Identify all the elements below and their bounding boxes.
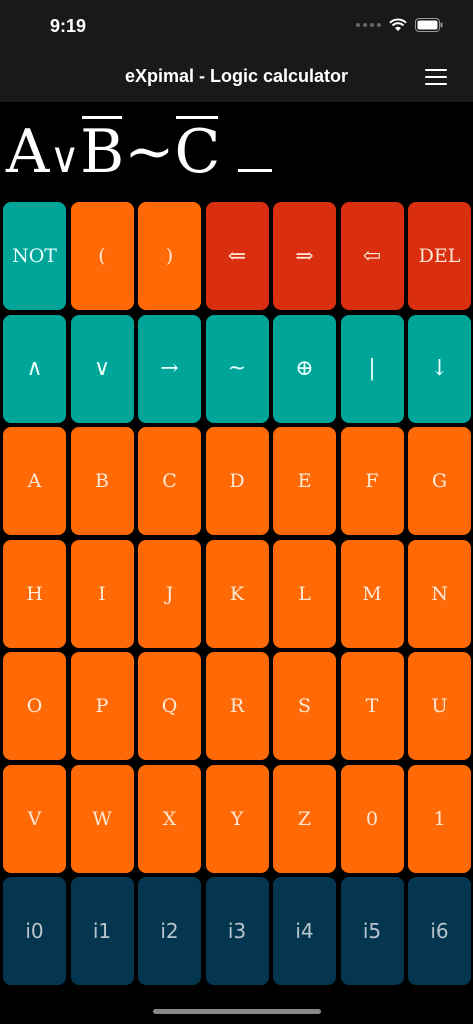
key-button[interactable]: ∧ xyxy=(3,314,66,423)
hamburger-menu-icon[interactable] xyxy=(425,69,447,87)
key-button[interactable]: F xyxy=(340,427,404,535)
key-button[interactable]: A xyxy=(3,427,66,535)
key-button[interactable]: C xyxy=(138,427,201,535)
key-button[interactable]: ~ xyxy=(205,314,269,423)
key-button[interactable]: i3 xyxy=(205,877,269,985)
expression-display: A∨B~C xyxy=(6,112,466,192)
key-button[interactable]: ⇦ xyxy=(340,202,404,310)
key-button[interactable]: ⇐ xyxy=(205,202,269,310)
key-button[interactable]: ↓ xyxy=(408,314,471,423)
key-button[interactable]: M xyxy=(340,539,404,648)
key-button[interactable]: T xyxy=(340,652,404,760)
key-button[interactable]: O xyxy=(3,652,66,760)
key-button[interactable]: ( xyxy=(70,202,134,310)
home-indicator xyxy=(153,1009,321,1014)
key-button[interactable]: Y xyxy=(205,764,269,873)
key-button[interactable]: X xyxy=(138,764,201,873)
key-button[interactable]: ∨ xyxy=(70,314,134,423)
key-button[interactable]: E xyxy=(273,427,336,535)
expression-token: A xyxy=(6,117,50,187)
key-button[interactable]: S xyxy=(273,652,336,760)
keypad: NOT() ⇐ ⇒ ⇦ DEL ∧ ∨ → ~ ⊕ | ↓ A B C D E F G H I J K L M N O P Q R S T U V… xyxy=(3,202,471,985)
key-button[interactable]: R xyxy=(205,652,269,760)
status-time: 9:19 xyxy=(50,16,87,36)
key-button[interactable]: N xyxy=(408,539,471,648)
key-button[interactable]: B xyxy=(70,427,134,535)
key-button[interactable]: DEL xyxy=(408,202,471,310)
key-button[interactable]: Z xyxy=(273,764,336,873)
key-button[interactable]: W xyxy=(70,764,134,873)
key-button[interactable]: ⊕ xyxy=(273,314,336,423)
nav-bar: eXpimal - Logic calculator xyxy=(0,54,473,102)
input-cursor xyxy=(238,169,273,172)
key-button[interactable]: D xyxy=(205,427,269,535)
key-button[interactable]: V xyxy=(3,764,66,873)
key-button[interactable]: | xyxy=(340,314,404,423)
key-button[interactable]: K xyxy=(205,539,269,648)
key-button[interactable]: J xyxy=(138,539,201,648)
page-title: eXpimal - Logic calculator xyxy=(124,66,349,86)
key-button[interactable]: → xyxy=(138,314,201,423)
key-button[interactable]: ) xyxy=(138,202,201,310)
expression-token: ~ xyxy=(124,117,175,187)
wifi-icon xyxy=(389,18,407,32)
key-button[interactable]: i5 xyxy=(340,877,404,985)
key-button[interactable]: i0 xyxy=(3,877,66,985)
key-button[interactable]: Q xyxy=(138,652,201,760)
expression-token-negated: B xyxy=(80,112,124,192)
status-icons xyxy=(356,18,443,32)
key-button[interactable]: i6 xyxy=(408,877,471,985)
key-button[interactable]: i2 xyxy=(138,877,201,985)
key-button[interactable]: P xyxy=(70,652,134,760)
signal-icon xyxy=(356,23,381,27)
key-button[interactable]: U xyxy=(408,652,471,760)
key-button[interactable]: 1 xyxy=(408,764,471,873)
key-button[interactable]: i1 xyxy=(70,877,134,985)
key-button[interactable]: NOT xyxy=(3,202,66,310)
key-button[interactable]: i4 xyxy=(273,877,336,985)
key-button[interactable]: 0 xyxy=(340,764,404,873)
key-button[interactable]: G xyxy=(408,427,471,535)
key-button[interactable]: ⇒ xyxy=(273,202,336,310)
key-button[interactable]: H xyxy=(3,539,66,648)
key-button[interactable]: L xyxy=(273,539,336,648)
battery-icon xyxy=(415,18,443,32)
status-bar: 9:19 xyxy=(0,0,473,54)
key-button[interactable]: I xyxy=(70,539,134,648)
expression-token: ∨ xyxy=(49,133,81,182)
expression-token-negated: C xyxy=(174,112,220,192)
